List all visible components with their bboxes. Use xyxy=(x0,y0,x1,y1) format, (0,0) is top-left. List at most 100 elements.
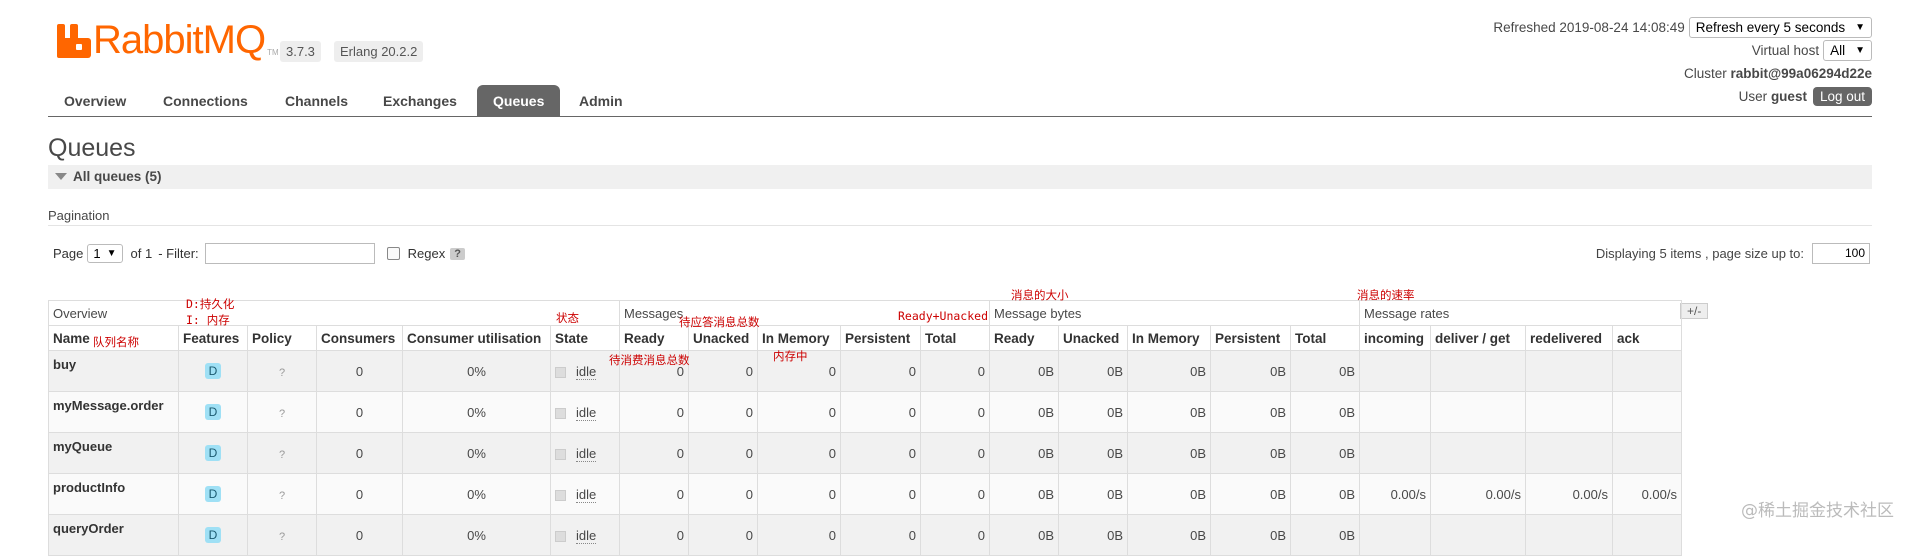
col-bytes-persistent[interactable]: Persistent xyxy=(1210,325,1291,351)
durable-badge[interactable]: D xyxy=(204,486,222,502)
pagination-label[interactable]: Pagination xyxy=(48,208,109,223)
col-msg-unacked[interactable]: Unacked xyxy=(688,325,758,351)
annotation-ready-total: 待消费消息总数 xyxy=(609,353,690,367)
col-rate-deliver-get[interactable]: deliver / get xyxy=(1430,325,1526,351)
col-features[interactable]: Features xyxy=(178,325,248,351)
queue-name[interactable]: queryOrder xyxy=(48,514,179,556)
state-label[interactable]: idle xyxy=(576,486,597,503)
queue-name[interactable]: myMessage.order xyxy=(48,391,179,433)
table-row: productInfo D? 0 0% idle 0 0 0 0 0 0B 0B 0B 0B 0B 0.00/… xyxy=(48,473,1682,515)
policy-cell: ? xyxy=(247,473,317,515)
durable-badge[interactable]: D xyxy=(204,527,222,543)
tab-overview[interactable]: Overview xyxy=(48,85,142,116)
section-label: All queues (5) xyxy=(73,169,162,184)
msg-ready-cell: 0 xyxy=(619,432,689,474)
regex-help-icon[interactable]: ? xyxy=(450,247,465,260)
collapse-triangle-icon xyxy=(55,173,67,180)
col-bytes-ready[interactable]: Ready xyxy=(989,325,1059,351)
bytes-ready-cell: 0B xyxy=(989,473,1059,515)
policy-help-icon[interactable]: ? xyxy=(279,531,285,543)
state-label[interactable]: idle xyxy=(576,363,597,380)
col-bytes-in-memory[interactable]: In Memory xyxy=(1127,325,1211,351)
policy-help-icon[interactable]: ? xyxy=(279,367,285,379)
col-consumers[interactable]: Consumers xyxy=(316,325,403,351)
tab-exchanges[interactable]: Exchanges xyxy=(367,85,473,116)
policy-cell: ? xyxy=(247,432,317,474)
bytes-unacked-cell: 0B xyxy=(1058,514,1128,556)
policy-help-icon[interactable]: ? xyxy=(279,449,285,461)
col-bytes-unacked[interactable]: Unacked xyxy=(1058,325,1128,351)
col-msg-in-memory[interactable]: In Memory xyxy=(757,325,841,351)
col-rate-redelivered[interactable]: redelivered xyxy=(1525,325,1613,351)
msg-persistent-cell: 0 xyxy=(840,473,921,515)
chevron-down-icon: ▼ xyxy=(106,248,117,259)
annotation-in-memory: 内存中 xyxy=(773,349,808,363)
rate-deliver-cell: 0.00/s xyxy=(1430,473,1526,515)
rate-redelivered-cell xyxy=(1525,514,1613,556)
msg-total-cell: 0 xyxy=(920,350,990,392)
msg-persistent-cell: 0 xyxy=(840,391,921,433)
col-consumer-utilisation[interactable]: Consumer utilisation xyxy=(402,325,551,351)
version-badge: 3.7.3 xyxy=(280,41,321,62)
policy-cell: ? xyxy=(247,514,317,556)
all-queues-section-toggle[interactable]: All queues (5) xyxy=(48,165,1872,189)
queue-name[interactable]: myQueue xyxy=(48,432,179,474)
refresh-select-value: Refresh every 5 seconds xyxy=(1695,19,1846,35)
rate-incoming-cell xyxy=(1359,391,1431,433)
policy-help-icon[interactable]: ? xyxy=(279,408,285,420)
rate-ack-cell xyxy=(1612,514,1682,556)
durable-badge[interactable]: D xyxy=(204,404,222,420)
watermark: @稀土掘金技术社区 xyxy=(1741,501,1894,521)
tab-connections[interactable]: Connections xyxy=(147,85,264,116)
tab-admin[interactable]: Admin xyxy=(563,85,639,116)
displaying-text: Displaying 5 items , page size up to: xyxy=(1595,246,1804,261)
msg-persistent-cell: 0 xyxy=(840,350,921,392)
tab-queues[interactable]: Queues xyxy=(477,85,561,116)
queue-name[interactable]: productInfo xyxy=(48,473,179,515)
col-msg-persistent[interactable]: Persistent xyxy=(840,325,921,351)
col-rate-ack[interactable]: ack xyxy=(1612,325,1682,351)
group-header-row: Overview Messages Message bytes Message … xyxy=(48,300,1682,326)
col-msg-ready[interactable]: Ready xyxy=(619,325,689,351)
table-row: buy D? 0 0% idle 0 0 0 0 0 0B 0B 0B 0B 0B xyxy=(48,350,1682,392)
durable-badge[interactable]: D xyxy=(204,363,222,379)
page-label: Page xyxy=(53,246,84,261)
features-cell: D xyxy=(178,350,248,392)
bytes-persistent-cell: 0B xyxy=(1210,350,1291,392)
regex-checkbox[interactable] xyxy=(386,247,400,260)
filter-label: - Filter: xyxy=(158,246,199,261)
col-rate-incoming[interactable]: incoming xyxy=(1359,325,1431,351)
msg-in-memory-cell: 0 xyxy=(757,514,841,556)
state-label[interactable]: idle xyxy=(576,404,597,421)
column-header-row: Name Features Policy Consumers Consumer … xyxy=(48,325,1682,351)
table-row: myQueue D? 0 0% idle 0 0 0 0 0 0B 0B 0B 0B 0B xyxy=(48,432,1682,474)
column-toggle-button[interactable]: +/- xyxy=(1680,303,1709,319)
virtual-host-select[interactable]: All ▼ xyxy=(1823,39,1872,61)
bytes-persistent-cell: 0B xyxy=(1210,514,1291,556)
page-select[interactable]: 1 ▼ xyxy=(87,244,123,263)
rabbitmq-logo[interactable]: RabbitMQ TM xyxy=(57,18,279,63)
col-policy[interactable]: Policy xyxy=(247,325,317,351)
state-label[interactable]: idle xyxy=(576,445,597,462)
bytes-ready-cell: 0B xyxy=(989,350,1059,392)
msg-unacked-cell: 0 xyxy=(688,432,758,474)
durable-badge[interactable]: D xyxy=(204,445,222,461)
queue-name[interactable]: buy xyxy=(48,350,179,392)
col-state[interactable]: State xyxy=(550,325,620,351)
refresh-select[interactable]: Refresh every 5 seconds ▼ xyxy=(1688,16,1872,38)
filter-input[interactable] xyxy=(204,243,375,264)
tab-channels[interactable]: Channels xyxy=(269,85,364,116)
pagination-row: Page 1 ▼ of 1 - Filter: Regex ? xyxy=(53,243,465,264)
state-indicator-icon xyxy=(555,366,566,378)
rate-ack-cell xyxy=(1612,350,1682,392)
col-bytes-total[interactable]: Total xyxy=(1290,325,1360,351)
policy-help-icon[interactable]: ? xyxy=(279,490,285,502)
annotation-queue-name: 队列名称 xyxy=(93,335,139,349)
bytes-unacked-cell: 0B xyxy=(1058,473,1128,515)
rate-incoming-cell xyxy=(1359,514,1431,556)
group-message-bytes: Message bytes xyxy=(989,300,1360,326)
rate-deliver-cell xyxy=(1430,391,1526,433)
page-size-input[interactable]: 100 xyxy=(1812,243,1870,264)
col-msg-total[interactable]: Total xyxy=(920,325,990,351)
state-label[interactable]: idle xyxy=(576,527,597,544)
